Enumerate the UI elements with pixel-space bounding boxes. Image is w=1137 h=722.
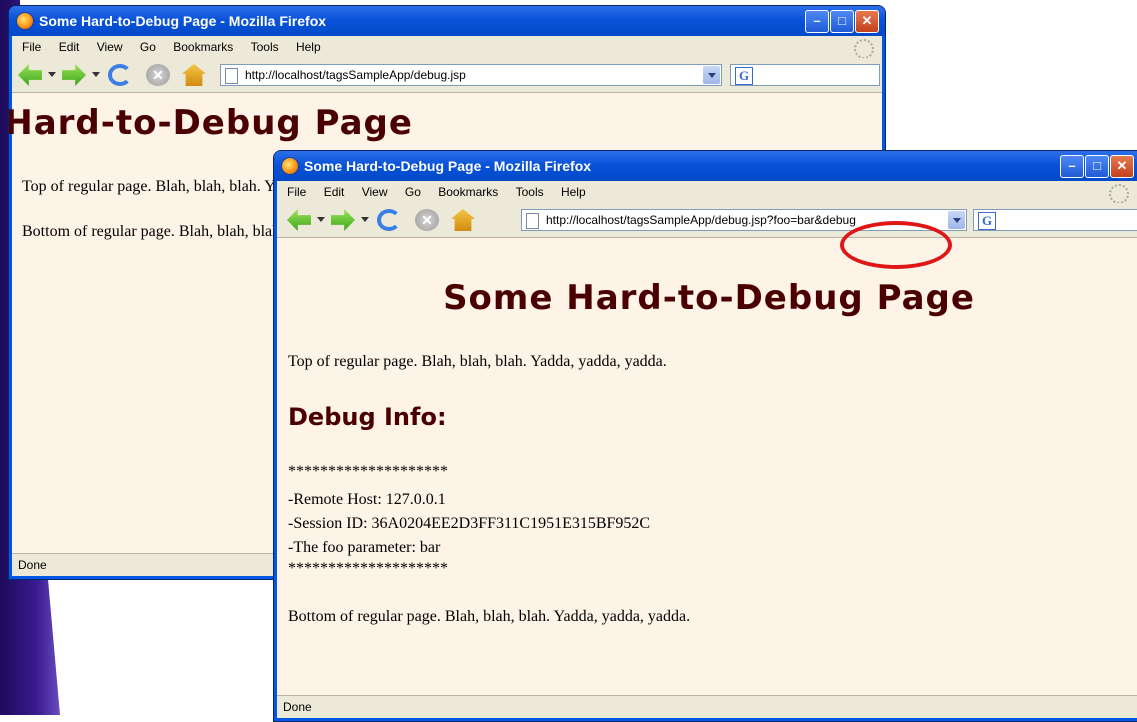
maximize-button[interactable]: □: [1085, 155, 1109, 178]
reload-icon[interactable]: [377, 209, 401, 231]
stop-icon[interactable]: ✕: [415, 209, 439, 231]
debug-info-heading: Debug Info:: [288, 403, 447, 431]
minimize-button[interactable]: –: [1060, 155, 1084, 178]
back-url-text: http://localhost/tagsSampleApp/debug.jsp: [245, 68, 466, 82]
reload-icon[interactable]: [108, 64, 132, 86]
back-search-box[interactable]: G: [730, 64, 880, 86]
front-url-text: http://localhost/tagsSampleApp/debug.jsp…: [546, 213, 856, 227]
forward-history-dropdown-icon[interactable]: [92, 72, 100, 77]
front-search-box[interactable]: G: [973, 209, 1137, 231]
back-arrow-icon[interactable]: [287, 209, 311, 231]
menu-go[interactable]: Go: [405, 181, 421, 203]
firefox-icon: [282, 158, 298, 174]
menu-help[interactable]: Help: [561, 181, 586, 203]
back-arrow-icon[interactable]: [18, 64, 42, 86]
google-search-icon[interactable]: G: [978, 212, 996, 230]
back-address-bar[interactable]: http://localhost/tagsSampleApp/debug.jsp: [220, 64, 722, 86]
page-icon: [225, 68, 238, 84]
front-status-text: Done: [283, 700, 312, 714]
page-icon: [526, 213, 539, 229]
front-menu-bar: File Edit View Go Bookmarks Tools Help: [277, 181, 1137, 204]
foo-parameter-line: -The foo parameter: bar: [288, 539, 441, 556]
menu-tools[interactable]: Tools: [516, 181, 544, 203]
throbber-icon: [1109, 184, 1129, 204]
url-dropdown-icon[interactable]: [948, 211, 965, 229]
front-browser-window: Some Hard-to-Debug Page - Mozilla Firefo…: [273, 150, 1137, 722]
forward-arrow-icon[interactable]: [331, 209, 355, 231]
menu-tools[interactable]: Tools: [251, 36, 279, 58]
firefox-icon: [17, 13, 33, 29]
forward-arrow-icon[interactable]: [62, 64, 86, 86]
back-status-text: Done: [18, 558, 47, 572]
front-bottom-text: Bottom of regular page. Blah, blah, blah…: [288, 608, 691, 625]
menu-edit[interactable]: Edit: [324, 181, 345, 203]
front-nav-toolbar: ✕ http://localhost/tagsSampleApp/debug.j…: [277, 203, 1137, 238]
home-icon[interactable]: [451, 209, 475, 231]
google-search-icon[interactable]: G: [735, 67, 753, 85]
close-button[interactable]: ✕: [855, 10, 879, 33]
menu-file[interactable]: File: [287, 181, 306, 203]
menu-bookmarks[interactable]: Bookmarks: [438, 181, 498, 203]
close-button[interactable]: ✕: [1110, 155, 1134, 178]
url-dropdown-icon[interactable]: [703, 66, 720, 84]
debug-stars-top: ********************: [288, 463, 448, 480]
stop-icon[interactable]: ✕: [146, 64, 170, 86]
back-menu-bar: File Edit View Go Bookmarks Tools Help: [12, 36, 882, 59]
menu-go[interactable]: Go: [140, 36, 156, 58]
front-title-bar[interactable]: Some Hard-to-Debug Page - Mozilla Firefo…: [274, 151, 1137, 181]
menu-file[interactable]: File: [22, 36, 41, 58]
back-nav-toolbar: ✕ http://localhost/tagsSampleApp/debug.j…: [12, 58, 882, 93]
menu-help[interactable]: Help: [296, 36, 321, 58]
maximize-button[interactable]: □: [830, 10, 854, 33]
home-icon[interactable]: [182, 64, 206, 86]
url-highlight-ellipse: [840, 221, 952, 269]
front-page-content: Some Hard-to-Debug Page Top of regular p…: [277, 238, 1137, 695]
front-window-title: Some Hard-to-Debug Page - Mozilla Firefo…: [304, 158, 592, 174]
menu-view[interactable]: View: [97, 36, 123, 58]
throbber-icon: [854, 39, 874, 59]
forward-history-dropdown-icon[interactable]: [361, 217, 369, 222]
menu-edit[interactable]: Edit: [59, 36, 80, 58]
minimize-button[interactable]: –: [805, 10, 829, 33]
debug-stars-bottom: ********************: [288, 560, 448, 577]
back-history-dropdown-icon[interactable]: [317, 217, 325, 222]
back-history-dropdown-icon[interactable]: [48, 72, 56, 77]
menu-view[interactable]: View: [362, 181, 388, 203]
session-id-line: -Session ID: 36A0204EE2D3FF311C1951E315B…: [288, 515, 651, 532]
menu-bookmarks[interactable]: Bookmarks: [173, 36, 233, 58]
front-top-text: Top of regular page. Blah, blah, blah. Y…: [288, 353, 667, 370]
back-page-heading: Some Hard-to-Debug Page: [8, 103, 413, 143]
back-title-bar[interactable]: Some Hard-to-Debug Page - Mozilla Firefo…: [9, 6, 885, 36]
remote-host-line: -Remote Host: 127.0.0.1: [288, 491, 446, 508]
back-window-title: Some Hard-to-Debug Page - Mozilla Firefo…: [39, 13, 327, 29]
front-page-heading: Some Hard-to-Debug Page: [443, 278, 975, 318]
